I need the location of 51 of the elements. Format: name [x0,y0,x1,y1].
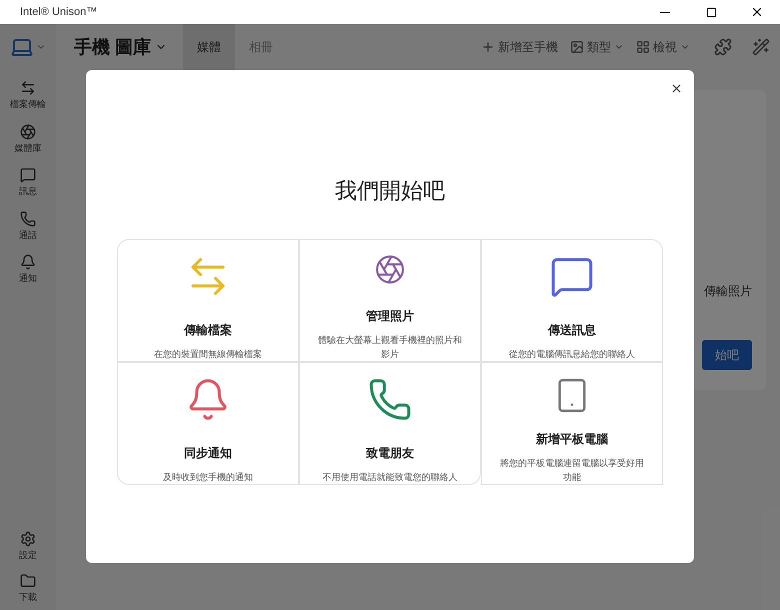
feature-description: 將您的平板電腦連留電腦以享受好用功能 [499,457,645,484]
folder-icon [20,572,36,588]
feature-title: 同步通知 [184,445,232,462]
tab[interactable]: 媒體 [183,24,236,70]
close-icon [670,82,682,94]
feature-card[interactable]: 致電朋友 不用使用電話就能致電您的聯絡人 [299,362,481,485]
toolbar-button[interactable]: 新增至手機 [481,38,558,56]
sidebar-item[interactable]: 通知 [2,252,54,288]
chat-icon [20,167,36,183]
feature-card[interactable]: 傳輸檔案 在您的裝置間無線傳輸檔案 [117,239,299,362]
grid-icon [636,40,650,54]
feature-description: 體驗在大螢幕上觀看手機裡的照片和影片 [317,334,463,361]
aperture-icon [20,124,36,140]
image-icon [570,40,584,54]
wand-icon [752,38,770,56]
puzzle-icon [714,38,732,56]
puzzle-button[interactable] [714,38,732,56]
plus-icon [481,40,495,54]
feature-card[interactable]: 同步通知 及時收到您手機的通知 [117,362,299,485]
toolbar-button[interactable]: 檢視 [636,38,690,56]
sidebar-item[interactable]: 媒體庫 [2,122,54,157]
feature-title: 管理照片 [366,308,414,325]
feature-title: 傳送訊息 [548,322,596,339]
start-button[interactable]: 始吧 [702,340,752,370]
wand-button[interactable] [752,38,770,56]
feature-card[interactable]: 傳送訊息 從您的電腦傳訊息給您的聯絡人 [481,239,663,362]
close-icon [750,5,764,19]
phone-icon [20,210,36,226]
sidebar-item[interactable]: 訊息 [2,165,54,200]
feature-description: 從您的電腦傳訊息給您的聯絡人 [509,348,635,361]
feature-title: 新增平板電腦 [536,431,608,448]
feature-title: 傳輸檔案 [184,322,232,339]
window-title: Intel® Unison™ [19,4,98,20]
feature-description: 及時收到您手機的通知 [163,471,253,484]
sidebar-item[interactable]: 下載 [2,572,54,604]
arrows-icon [20,80,36,96]
card-text: 傳輸照片 [704,283,752,300]
feature-title: 致電朋友 [366,445,414,462]
dialog-title: 我們開始吧 [335,177,445,205]
feature-description: 不用使用電話就能致電您的聯絡人 [322,471,458,484]
gallery-title[interactable]: 手機 圖庫 [74,34,168,60]
sidebar-item[interactable]: 通話 [2,208,54,244]
feature-card[interactable]: 新增平板電腦 將您的平板電腦連留電腦以享受好用功能 [481,362,663,485]
settings-icon [20,531,36,547]
bell-icon [20,254,36,270]
feature-card[interactable]: 管理照片 體驗在大螢幕上觀看手機裡的照片和影片 [299,239,481,362]
feature-description: 在您的裝置間無線傳輸檔案 [154,348,262,361]
sidebar-item[interactable]: 檔案傳輸 [2,78,54,114]
sidebar-item[interactable]: 設定 [2,531,54,562]
maximize-icon [706,6,716,18]
toolbar-button[interactable]: 類型 [570,38,624,56]
